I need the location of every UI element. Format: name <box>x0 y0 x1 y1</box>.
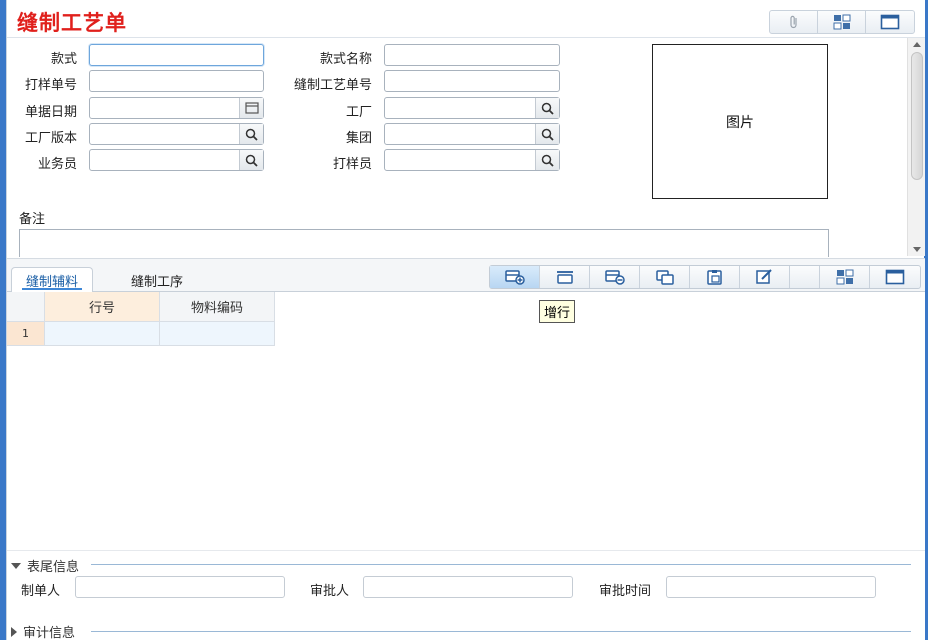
title-bar: 缝制工艺单 <box>7 0 925 38</box>
cell-line-no[interactable] <box>45 322 160 346</box>
search-icon <box>541 102 554 115</box>
window-frame: 缝制工艺单 款式 打样单号 单据日期 工厂版本 业务员 款式名称 缝制工艺单号 … <box>6 0 925 640</box>
section-divider <box>91 564 911 565</box>
insert-row-button[interactable] <box>540 266 590 288</box>
delete-row-button[interactable] <box>590 266 640 288</box>
paperclip-icon <box>789 15 797 29</box>
process-no-input[interactable] <box>384 70 560 92</box>
salesman-input[interactable] <box>89 149 264 171</box>
row-toolbar <box>489 265 921 289</box>
page-title: 缝制工艺单 <box>17 10 127 35</box>
collapse-icon <box>11 562 21 569</box>
remark-textarea[interactable] <box>19 229 829 257</box>
scroll-thumb[interactable] <box>911 52 923 180</box>
sample-no-label: 打样单号 <box>24 78 77 93</box>
sampler-label: 打样员 <box>332 157 372 172</box>
style-name-label: 款式名称 <box>319 52 372 67</box>
edit-row-button[interactable] <box>740 266 790 288</box>
copy-icon <box>655 270 674 285</box>
scroll-down-icon[interactable] <box>913 247 921 252</box>
header-toolbar <box>769 10 915 34</box>
creator-input[interactable] <box>75 576 285 598</box>
grid-corner <box>7 292 45 322</box>
edit-icon <box>755 269 772 284</box>
style-name-input[interactable] <box>384 44 560 66</box>
search-icon <box>541 128 554 141</box>
sample-no-input[interactable] <box>89 70 264 92</box>
factory-version-search-button[interactable] <box>239 124 263 144</box>
grid-layout-icon <box>833 14 850 30</box>
window-icon <box>880 14 900 30</box>
window-icon <box>885 269 905 285</box>
paste-row-button[interactable] <box>690 266 740 288</box>
style-label: 款式 <box>50 52 77 67</box>
toolbar-spacer <box>790 266 820 288</box>
sampler-input[interactable] <box>384 149 560 171</box>
factory-search-button[interactable] <box>535 98 559 118</box>
salesman-search-button[interactable] <box>239 150 263 170</box>
card-view-button[interactable] <box>818 11 866 33</box>
factory-version-input[interactable] <box>89 123 264 145</box>
picture-label: 图片 <box>726 114 754 131</box>
grid-header: 行号 物料编码 <box>7 292 275 322</box>
add-row-button[interactable] <box>490 266 540 288</box>
maximize-button[interactable] <box>866 11 914 33</box>
approve-time-label: 审批时间 <box>599 584 652 599</box>
materials-grid: 行号 物料编码 1 增行 <box>7 292 925 550</box>
calendar-icon <box>244 102 259 114</box>
tail-section-header[interactable]: 表尾信息 <box>11 556 79 575</box>
factory-input[interactable] <box>384 97 560 119</box>
style-input[interactable] <box>89 44 264 66</box>
copy-row-button[interactable] <box>640 266 690 288</box>
maximize-grid-button[interactable] <box>870 266 920 288</box>
card-view-button[interactable] <box>820 266 870 288</box>
group-search-button[interactable] <box>535 124 559 144</box>
attachment-button[interactable] <box>770 11 818 33</box>
date-input[interactable] <box>89 97 264 119</box>
tab-bar: 缝制辅料 缝制工序 <box>7 258 925 293</box>
column-header-material-code[interactable]: 物料编码 <box>160 292 275 322</box>
factory-version-label: 工厂版本 <box>24 131 77 146</box>
process-no-label: 缝制工艺单号 <box>293 78 372 93</box>
tab-sewing-materials-label: 缝制辅料 <box>26 274 79 290</box>
tab-sewing-materials[interactable]: 缝制辅料 <box>11 267 94 293</box>
grid-layout-icon <box>836 269 853 285</box>
expand-icon <box>11 626 17 637</box>
search-icon <box>541 154 554 167</box>
tab-sewing-process[interactable]: 缝制工序 <box>117 267 197 293</box>
delete-row-icon <box>604 270 625 285</box>
approver-label: 审批人 <box>310 584 350 599</box>
add-row-tooltip: 增行 <box>539 300 576 323</box>
column-header-line-no[interactable]: 行号 <box>45 292 160 322</box>
paste-icon <box>706 270 722 285</box>
row-number: 1 <box>7 322 45 346</box>
group-label: 集团 <box>345 131 372 146</box>
insert-row-icon <box>556 271 573 284</box>
tab-sewing-process-label: 缝制工序 <box>131 274 184 290</box>
header-form: 款式 打样单号 单据日期 工厂版本 业务员 款式名称 缝制工艺单号 工厂 集团 … <box>7 38 907 258</box>
tail-section-title: 表尾信息 <box>27 560 80 575</box>
factory-label: 工厂 <box>345 105 372 120</box>
group-input[interactable] <box>384 123 560 145</box>
table-row[interactable]: 1 <box>7 322 275 346</box>
remark-label: 备注 <box>19 212 46 227</box>
picture-box[interactable]: 图片 <box>652 44 828 199</box>
footer-panel: 表尾信息 制单人 审批人 审批时间 审计信息 <box>7 550 925 640</box>
creator-label: 制单人 <box>21 584 61 599</box>
calendar-button[interactable] <box>239 98 263 118</box>
approve-time-input[interactable] <box>666 576 876 598</box>
scroll-up-icon[interactable] <box>913 42 921 47</box>
search-icon <box>245 154 258 167</box>
sampler-search-button[interactable] <box>535 150 559 170</box>
form-scrollbar[interactable] <box>907 38 925 256</box>
date-label: 单据日期 <box>24 105 77 120</box>
salesman-label: 业务员 <box>37 157 77 172</box>
audit-section-header[interactable]: 审计信息 <box>11 622 75 640</box>
audit-section-title: 审计信息 <box>23 626 76 640</box>
search-icon <box>245 128 258 141</box>
add-row-icon <box>504 270 525 285</box>
approver-input[interactable] <box>363 576 573 598</box>
section-divider <box>91 631 911 632</box>
cell-material-code[interactable] <box>160 322 275 346</box>
